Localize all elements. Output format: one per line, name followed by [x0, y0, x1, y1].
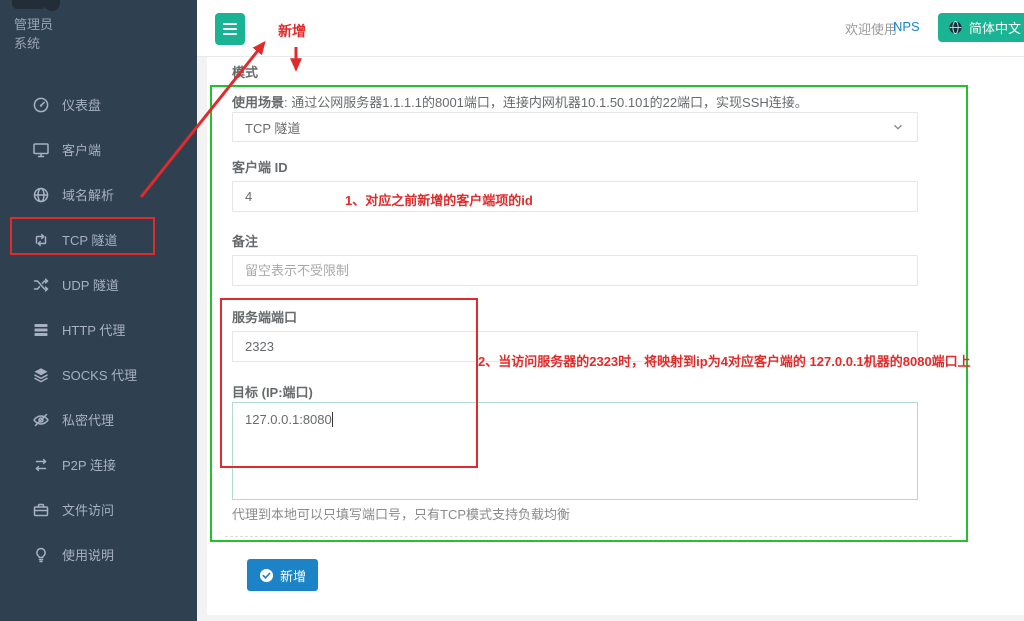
- shuffle-icon: [32, 276, 50, 294]
- bulb-icon: [32, 546, 50, 564]
- scenario-hint: 使用场景: 通过公网服务器1.1.1.1的8001端口，连接内网机器10.1.5…: [232, 92, 808, 111]
- server-port-label: 服务端端口: [232, 307, 297, 326]
- target-label: 目标 (IP:端口): [232, 382, 313, 401]
- remark-label: 备注: [232, 231, 258, 250]
- sidebar-toggle-button[interactable]: [215, 13, 245, 45]
- sidebar-item-label: TCP 隧道: [62, 230, 117, 249]
- submit-add-label: 新增: [280, 566, 306, 585]
- sidebar-item-label: 域名解析: [62, 185, 114, 204]
- monitor-icon: [32, 141, 50, 159]
- mode-select-value: TCP 隧道: [245, 118, 300, 137]
- chevron-down-icon: [891, 120, 905, 134]
- sidebar-item-label: 仪表盘: [62, 95, 101, 114]
- sidebar-item-http[interactable]: HTTP 代理: [0, 307, 197, 352]
- sidebar-user-role: 系统: [14, 34, 40, 53]
- sidebar-item-label: P2P 连接: [62, 455, 116, 474]
- sidebar-item-dashboard[interactable]: 仪表盘: [0, 82, 197, 127]
- scenario-hint-text: : 通过公网服务器1.1.1.1的8001端口，连接内网机器10.1.50.10…: [284, 95, 808, 110]
- server-icon: [32, 321, 50, 339]
- text-cursor: [332, 412, 333, 427]
- submit-add-button[interactable]: 新增: [247, 559, 318, 591]
- hamburger-icon: [223, 23, 237, 25]
- app-logo: [12, 0, 46, 9]
- form-divider: [225, 536, 952, 537]
- mode-select[interactable]: TCP 隧道: [232, 112, 918, 142]
- mode-section-label: 模式: [232, 62, 258, 81]
- client-id-label: 客户端 ID: [232, 157, 288, 176]
- sidebar-item-label: 私密代理: [62, 410, 114, 429]
- sidebar-item-label: 文件访问: [62, 500, 114, 519]
- target-textarea[interactable]: 127.0.0.1:8080: [232, 402, 918, 500]
- sidebar-item-file[interactable]: 文件访问: [0, 487, 197, 532]
- globe-dark-icon: [948, 20, 963, 35]
- target-value: 127.0.0.1:8080: [245, 412, 332, 427]
- scenario-hint-label: 使用场景: [232, 95, 284, 110]
- brand-link[interactable]: NPS: [893, 19, 920, 34]
- language-button[interactable]: 简体中文: [938, 13, 1024, 42]
- client-id-input[interactable]: [232, 181, 918, 212]
- sidebar-item-secret[interactable]: 私密代理: [0, 397, 197, 442]
- sidebar-item-label: SOCKS 代理: [62, 365, 137, 384]
- sidebar-item-tcp[interactable]: TCP 隧道: [0, 217, 197, 262]
- sidebar-item-label: 客户端: [62, 140, 101, 159]
- welcome-text: 欢迎使用: [845, 19, 897, 38]
- sidebar-item-label: HTTP 代理: [62, 320, 125, 339]
- language-label: 简体中文: [969, 18, 1021, 37]
- sidebar-item-udp[interactable]: UDP 隧道: [0, 262, 197, 307]
- gauge-icon: [32, 96, 50, 114]
- retweet-icon: [32, 231, 50, 249]
- app-logo-part: [44, 0, 60, 11]
- sidebar-item-label: UDP 隧道: [62, 275, 119, 294]
- eye-slash-icon: [32, 411, 50, 429]
- sidebar-user-name: 管理员: [14, 15, 53, 34]
- layers-icon: [32, 366, 50, 384]
- sidebar-nav: 仪表盘 客户端 域名解析 TCP 隧道: [0, 82, 197, 577]
- globe-icon: [32, 186, 50, 204]
- sidebar-item-docs[interactable]: 使用说明: [0, 532, 197, 577]
- check-circle-icon: [259, 568, 274, 583]
- sidebar: 管理员 系统 仪表盘 客户端 域名解析: [0, 0, 197, 621]
- exchange-icon: [32, 456, 50, 474]
- sidebar-item-dns[interactable]: 域名解析: [0, 172, 197, 217]
- sidebar-item-socks[interactable]: SOCKS 代理: [0, 352, 197, 397]
- target-help-text: 代理到本地可以只填写端口号，只有TCP模式支持负载均衡: [232, 504, 570, 523]
- sidebar-item-client[interactable]: 客户端: [0, 127, 197, 172]
- sidebar-item-p2p[interactable]: P2P 连接: [0, 442, 197, 487]
- page: 管理员 系统 仪表盘 客户端 域名解析: [0, 0, 1024, 621]
- remark-input[interactable]: [232, 255, 918, 286]
- briefcase-icon: [32, 501, 50, 519]
- server-port-input[interactable]: [232, 331, 918, 362]
- sidebar-item-label: 使用说明: [62, 545, 114, 564]
